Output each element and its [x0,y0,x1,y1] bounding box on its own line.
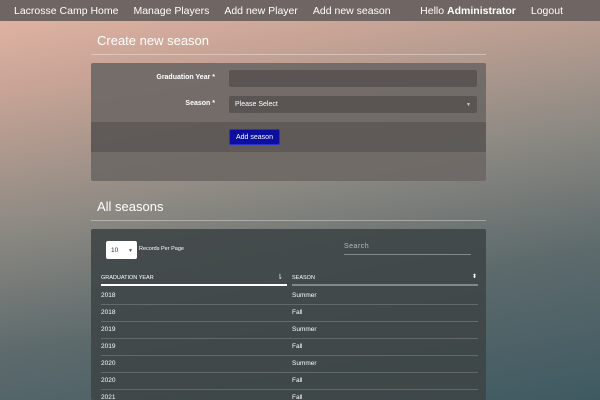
all-seasons-title: All seasons [97,199,164,214]
logout-link[interactable]: Logout [531,5,563,17]
sort-both-icon[interactable]: ⬍ [472,273,477,280]
username: Administrator [447,4,516,17]
cell-graduation-year: 2020 [101,360,116,367]
graduation-year-label: Graduation Year * [156,74,215,81]
nav-home-link[interactable]: Lacrosse Camp Home [14,5,118,17]
add-season-button[interactable]: Add season [229,129,280,145]
chevron-down-icon: ▼ [128,248,133,254]
column-underline [292,284,478,286]
cell-graduation-year: 2021 [101,394,116,400]
sort-descending-icon[interactable]: ⇂ [277,273,283,281]
create-season-form: Graduation Year * Season * Please Select… [91,63,486,181]
nav-links: Lacrosse Camp Home Manage Players Add ne… [0,5,406,17]
create-season-title: Create new season [97,33,210,48]
records-per-page-value: 10 [111,246,119,254]
form-actions-band [91,122,486,152]
cell-season: Fall [292,377,303,384]
table-row: 2018 Summer [101,287,478,305]
cell-season: Fall [292,309,303,316]
cell-graduation-year: 2018 [101,292,116,299]
top-navbar: Lacrosse Camp Home Manage Players Add ne… [0,0,600,21]
cell-graduation-year: 2020 [101,377,116,384]
cell-season: Summer [292,326,317,333]
greeting: Hello Administrator [420,5,516,17]
nav-user-area: Hello Administrator Logout [420,5,600,17]
table-row: 2020 Summer [101,355,478,373]
records-per-page-label: Records Per Page [139,246,184,252]
active-sort-underline [101,284,287,286]
season-select-value: Please Select [235,101,278,108]
table-row: 2019 Fall [101,338,478,356]
cell-graduation-year: 2019 [101,343,116,350]
season-label: Season * [185,100,215,107]
chevron-down-icon: ▼ [466,102,471,108]
season-select[interactable]: Please Select ▼ [229,96,477,113]
cell-season: Summer [292,360,317,367]
cell-graduation-year: 2019 [101,326,116,333]
nav-add-season-link[interactable]: Add new season [313,5,391,17]
create-title-divider [91,54,486,55]
search-input[interactable]: Search [344,243,471,255]
nav-manage-players-link[interactable]: Manage Players [133,5,209,17]
nav-add-player-link[interactable]: Add new Player [224,5,298,17]
cell-season: Fall [292,394,303,400]
table-row: 2019 Summer [101,321,478,339]
cell-season: Fall [292,343,303,350]
graduation-year-input[interactable] [229,70,477,87]
seasons-table-panel: 10 ▼ Records Per Page Search GRADUATION … [91,229,486,400]
cell-graduation-year: 2018 [101,309,116,316]
cell-season: Summer [292,292,317,299]
table-row: 2018 Fall [101,304,478,322]
greeting-text: Hello [420,4,445,17]
all-title-divider [91,220,486,221]
records-per-page-select[interactable]: 10 ▼ [106,241,137,259]
table-row: 2021 Fall [101,389,478,400]
table-row: 2020 Fall [101,372,478,390]
